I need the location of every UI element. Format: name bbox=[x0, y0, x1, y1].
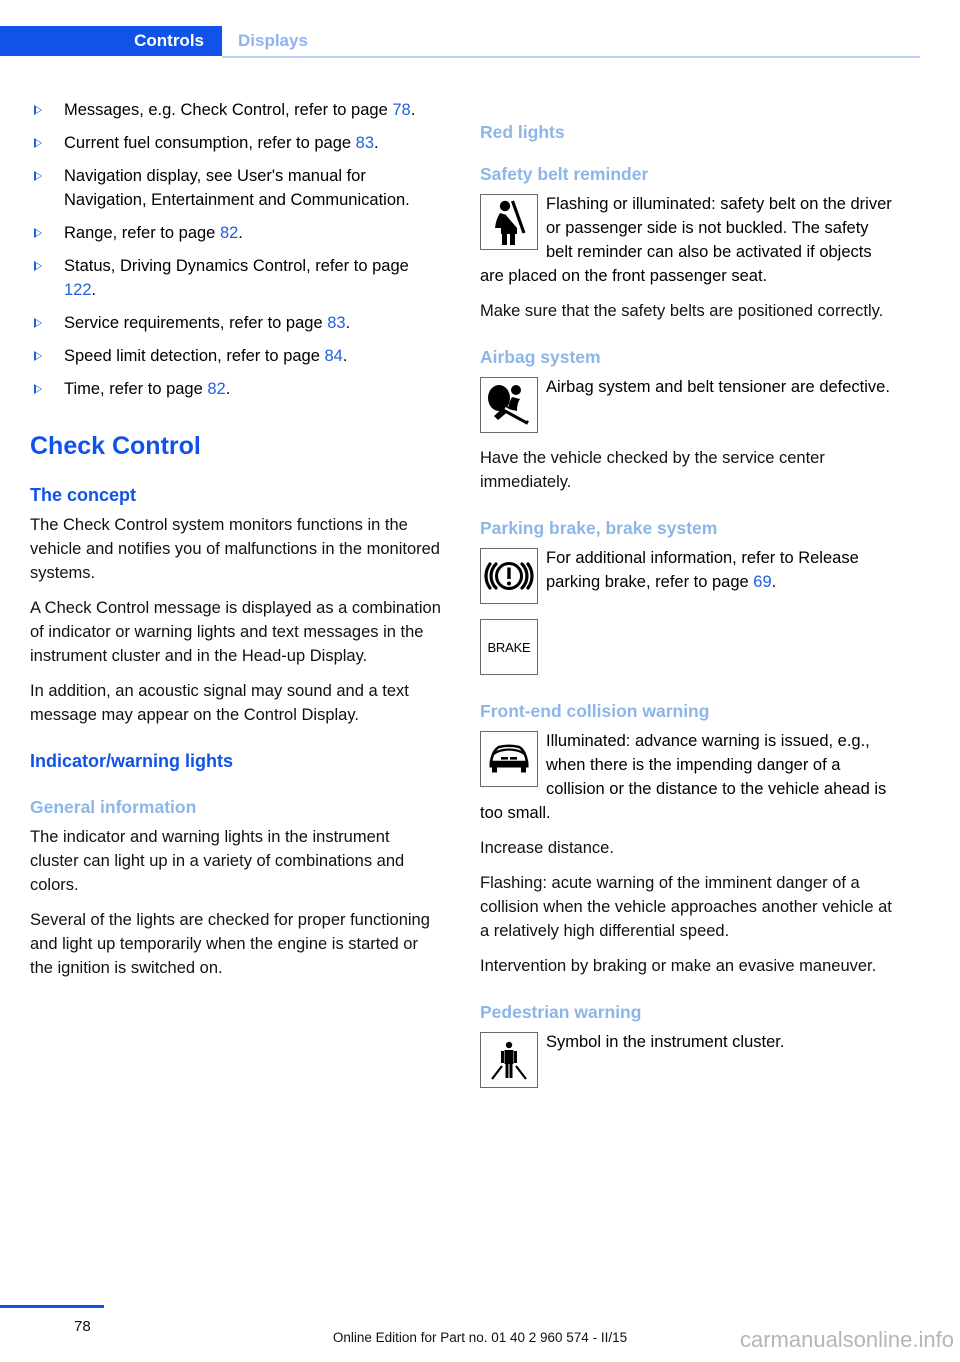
triangle-bullet-icon bbox=[34, 351, 42, 361]
page-header: Controls Displays bbox=[0, 0, 960, 62]
safety-belt-block: Flashing or illuminated: safety belt on … bbox=[480, 192, 892, 288]
bullet-text-end: . bbox=[342, 347, 348, 365]
bullet-text-end: . bbox=[345, 314, 351, 332]
tab-controls[interactable]: Controls bbox=[0, 26, 222, 56]
triangle-bullet-icon bbox=[34, 261, 42, 271]
bullet-text: Speed limit detection, refer to page bbox=[64, 347, 325, 365]
tab-displays[interactable]: Displays bbox=[238, 26, 308, 56]
triangle-bullet-icon bbox=[34, 318, 42, 328]
collision-paragraph-1: Illuminated: advance warning is issued, … bbox=[480, 732, 887, 822]
site-watermark: carmanualsonline.info bbox=[739, 1327, 954, 1352]
bullet-text-end: . bbox=[374, 134, 379, 152]
airbag-paragraph-2: Have the vehicle checked by the service … bbox=[480, 449, 825, 491]
bullet-text-end: . bbox=[225, 380, 231, 398]
bullet-text-end: . bbox=[91, 281, 97, 299]
front-car-icon bbox=[480, 731, 538, 787]
displays-bullet-list: Messages, e.g. Check Control, refer to p… bbox=[30, 98, 442, 401]
list-item: Status, Driving Dynamics Control, refer … bbox=[30, 254, 442, 302]
triangle-bullet-icon bbox=[34, 105, 42, 115]
list-item: Time, refer to page 82. bbox=[30, 377, 442, 401]
subheading-general-information: General information bbox=[30, 797, 197, 817]
pedestrian-paragraph-1: Symbol in the instrument cluster. bbox=[546, 1033, 785, 1051]
airbag-system-icon bbox=[480, 377, 538, 433]
parking-brake-block: For additional information, refer to Rel… bbox=[480, 546, 892, 606]
bullet-text: Status, Driving Dynamics Control, refer … bbox=[64, 257, 409, 275]
safety-belt-paragraph-2: Make sure that the safety belts are posi… bbox=[480, 302, 884, 320]
collision-paragraph-3: Flashing: acute warning of the imminent … bbox=[480, 874, 892, 940]
bullet-text: Current fuel consumption, refer to page bbox=[64, 134, 356, 152]
list-item: Messages, e.g. Check Control, refer to p… bbox=[30, 98, 442, 122]
bullet-text: Time, refer to page bbox=[64, 380, 208, 398]
right-column: Red lights Safety belt reminder Flashing… bbox=[480, 98, 892, 1101]
subheading-red-lights: Red lights bbox=[480, 122, 565, 142]
page-reference[interactable]: 84 bbox=[325, 347, 343, 365]
list-item: Current fuel consumption, refer to page … bbox=[30, 131, 442, 155]
parking-brake-text-before: For additional information, refer to Rel… bbox=[546, 549, 859, 591]
brake-label-text: BRAKE bbox=[487, 639, 531, 655]
left-column: Messages, e.g. Check Control, refer to p… bbox=[30, 98, 442, 991]
brake-label-block: BRAKE bbox=[480, 617, 892, 677]
subheading-airbag-system: Airbag system bbox=[480, 347, 601, 367]
brake-text-icon: BRAKE bbox=[480, 619, 538, 675]
airbag-paragraph-1: Airbag system and belt tensioner are def… bbox=[546, 378, 890, 396]
page-reference[interactable]: 122 bbox=[64, 281, 92, 299]
triangle-bullet-icon bbox=[34, 384, 42, 394]
seatbelt-reminder-icon bbox=[480, 194, 538, 250]
page-reference[interactable]: 69 bbox=[753, 573, 771, 591]
subheading-safety-belt-reminder: Safety belt reminder bbox=[480, 164, 649, 184]
bullet-text: Navigation display, see User's manual fo… bbox=[64, 167, 410, 209]
subheading-front-end-collision-warning: Front-end collision warning bbox=[480, 701, 710, 721]
safety-belt-paragraph-1: Flashing or illuminated: safety belt on … bbox=[480, 195, 892, 285]
concept-paragraph-3: In addition, an acoustic signal may soun… bbox=[30, 682, 409, 724]
header-divider bbox=[222, 56, 920, 58]
bullet-text: Messages, e.g. Check Control, refer to p… bbox=[64, 101, 393, 119]
triangle-bullet-icon bbox=[34, 171, 42, 181]
page-reference[interactable]: 78 bbox=[392, 101, 410, 119]
list-item: Speed limit detection, refer to page 84. bbox=[30, 344, 442, 368]
concept-paragraph-1: The Check Control system monitors functi… bbox=[30, 516, 440, 582]
footer-divider bbox=[0, 1305, 104, 1308]
parking-brake-text: For additional information, refer to Rel… bbox=[480, 546, 892, 594]
section-heading-check-control: Check Control bbox=[30, 432, 201, 460]
collision-paragraph-4: Intervention by braking or make an evasi… bbox=[480, 957, 877, 975]
list-item: Navigation display, see User's manual fo… bbox=[30, 164, 442, 212]
triangle-bullet-icon bbox=[34, 228, 42, 238]
bullet-text: Range, refer to page bbox=[64, 224, 220, 242]
bullet-text-end: . bbox=[238, 224, 243, 242]
page-reference[interactable]: 83 bbox=[356, 134, 374, 152]
brake-warning-icon bbox=[480, 548, 538, 604]
bullet-text: Service requirements, refer to page bbox=[64, 314, 328, 332]
subheading-pedestrian-warning: Pedestrian warning bbox=[480, 1002, 642, 1022]
collision-block: Illuminated: advance warning is issued, … bbox=[480, 729, 892, 825]
bullet-text-end: . bbox=[410, 101, 416, 119]
airbag-block: Airbag system and belt tensioner are def… bbox=[480, 375, 892, 435]
list-item: Service requirements, refer to page 83. bbox=[30, 311, 442, 335]
triangle-bullet-icon bbox=[34, 138, 42, 148]
list-item: Range, refer to page 82. bbox=[30, 221, 442, 245]
general-paragraph-2: Several of the lights are checked for pr… bbox=[30, 911, 430, 977]
pedestrian-warning-icon bbox=[480, 1032, 538, 1088]
page-reference[interactable]: 82 bbox=[207, 380, 225, 398]
subheading-indicator-warning-lights: Indicator/warning lights bbox=[30, 751, 234, 771]
parking-brake-text-after: . bbox=[771, 573, 777, 591]
subheading-parking-brake: Parking brake, brake system bbox=[480, 518, 718, 538]
page-reference[interactable]: 83 bbox=[327, 314, 345, 332]
pedestrian-block: Symbol in the instrument cluster. bbox=[480, 1030, 892, 1090]
general-paragraph-1: The indicator and warning lights in the … bbox=[30, 828, 405, 894]
concept-paragraph-2: A Check Control message is displayed as … bbox=[30, 599, 441, 665]
page-reference[interactable]: 82 bbox=[220, 224, 238, 242]
subheading-the-concept: The concept bbox=[30, 485, 137, 505]
collision-paragraph-2: Increase distance. bbox=[480, 839, 614, 857]
